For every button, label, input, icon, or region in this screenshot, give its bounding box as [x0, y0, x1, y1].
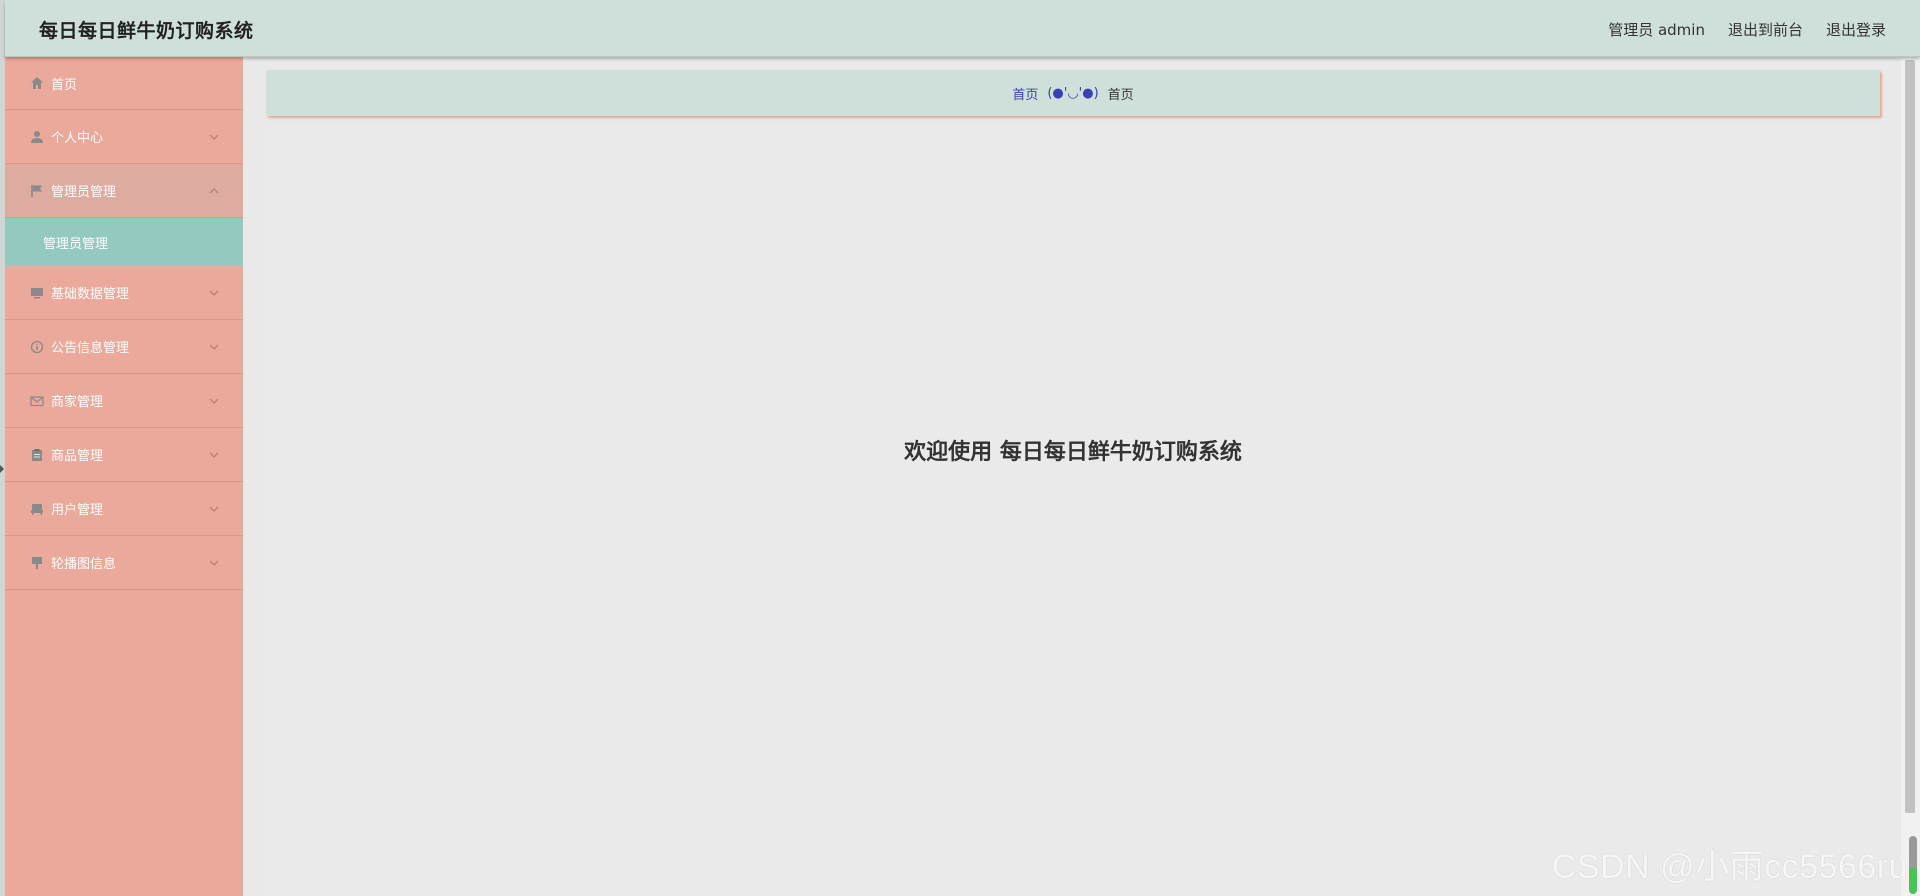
to-frontend-link[interactable]: 退出到前台 — [1728, 19, 1803, 40]
logout-link[interactable]: 退出登录 — [1826, 19, 1886, 40]
watermark: CSDN @小雨cc5566ru — [1551, 848, 1908, 886]
chevron-down-icon — [209, 398, 219, 404]
main-content: 首页 (●'◡'●) 首页 欢迎使用 每日每日鲜牛奶订购系统 — [243, 57, 1901, 896]
info-icon — [29, 339, 45, 355]
chevron-down-icon — [209, 560, 219, 566]
sidebar-item-base-data[interactable]: 基础数据管理 — [5, 266, 243, 320]
sidebar-item-label: 首页 — [51, 77, 78, 93]
chevron-down-icon — [209, 290, 219, 296]
header-links: 管理员 admin 退出到前台 退出登录 — [1608, 19, 1886, 40]
app-title: 每日每日鲜牛奶订购系统 — [39, 20, 254, 42]
sidebar-item-users[interactable]: 用户管理 — [5, 482, 243, 536]
breadcrumb-home-link[interactable]: 首页 — [1012, 84, 1038, 103]
app-root: 每日每日鲜牛奶订购系统 管理员 admin 退出到前台 退出登录 首页 个人中心 — [0, 0, 1920, 896]
sidebar-item-label: 个人中心 — [51, 131, 104, 146]
sidebar-item-label: 公告信息管理 — [51, 341, 130, 356]
chevron-up-icon — [209, 187, 219, 193]
breadcrumb-separator: (●'◡'●) — [1047, 85, 1099, 101]
scroll-indicator[interactable] — [1909, 836, 1917, 894]
chevron-down-icon — [209, 452, 219, 458]
sidebar-item-announcements[interactable]: 公告信息管理 — [5, 320, 243, 374]
monitor-icon — [29, 285, 45, 301]
sidebar-item-label: 基础数据管理 — [51, 287, 130, 302]
chevron-down-icon — [209, 134, 219, 140]
breadcrumb: 首页 (●'◡'●) 首页 — [266, 70, 1880, 116]
page-scrollbar[interactable] — [1901, 57, 1920, 896]
flag-icon — [29, 183, 45, 199]
sidebar-item-label: 商品管理 — [51, 449, 104, 464]
pin-icon — [29, 555, 45, 571]
chevron-down-icon — [209, 344, 219, 350]
scrollbar-thumb[interactable] — [1905, 60, 1915, 813]
collapse-arrow-icon[interactable] — [0, 465, 4, 473]
home-icon — [29, 75, 45, 91]
clipboard-icon — [29, 447, 45, 463]
welcome-heading: 欢迎使用 每日每日鲜牛奶订购系统 — [904, 440, 1242, 465]
sidebar-item-label: 管理员管理 — [51, 185, 117, 200]
welcome-panel: 欢迎使用 每日每日鲜牛奶订购系统 — [266, 126, 1880, 896]
submenu-item-admin-management[interactable]: 管理员管理 — [5, 218, 243, 266]
sidebar-item-profile[interactable]: 个人中心 — [5, 110, 243, 164]
sidebar-item-merchants[interactable]: 商家管理 — [5, 374, 243, 428]
sidebar-item-label: 轮播图信息 — [51, 557, 117, 572]
seat-icon — [29, 501, 45, 517]
user-icon — [29, 129, 45, 145]
sidebar-item-home[interactable]: 首页 — [5, 57, 243, 110]
sidebar: 首页 个人中心 管理员管理 管理员管理 基础数据管理 公告信息管理 商家管理 商… — [5, 57, 243, 896]
mail-icon — [29, 393, 45, 409]
admin-user-label[interactable]: 管理员 admin — [1608, 19, 1705, 40]
sidebar-item-label: 商家管理 — [51, 395, 104, 410]
breadcrumb-current: 首页 — [1107, 87, 1134, 103]
sidebar-item-carousel[interactable]: 轮播图信息 — [5, 536, 243, 590]
chevron-down-icon — [209, 506, 219, 512]
sidebar-item-admin-management[interactable]: 管理员管理 — [5, 164, 243, 218]
top-header: 每日每日鲜牛奶订购系统 管理员 admin 退出到前台 退出登录 — [5, 0, 1920, 57]
sidebar-item-label: 用户管理 — [51, 503, 104, 518]
sidebar-item-products[interactable]: 商品管理 — [5, 428, 243, 482]
